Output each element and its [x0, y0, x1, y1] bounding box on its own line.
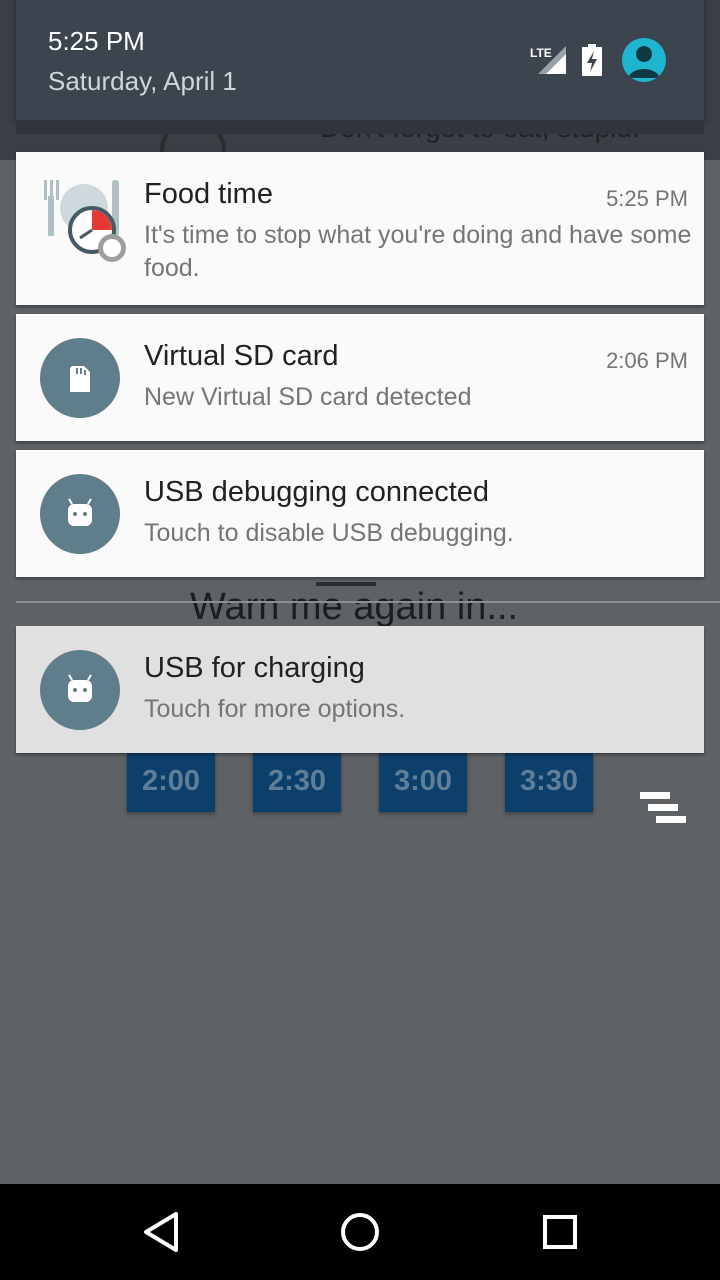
battery-charging-icon — [582, 44, 602, 76]
notification-divider — [16, 601, 720, 603]
user-avatar-icon[interactable] — [622, 38, 666, 82]
notification-shade-header[interactable]: 5:25 PM Saturday, April 1 LTE — [16, 0, 704, 120]
background-warn-text: Warn me again in... — [190, 586, 519, 628]
sd-card-icon — [40, 338, 120, 418]
time-button-1[interactable]: 2:00 — [127, 752, 215, 812]
notification-usb-charging[interactable]: USB for charging Touch for more options. — [16, 626, 704, 753]
notification-body: Touch to disable USB debugging. — [144, 519, 514, 547]
notification-food-time[interactable]: Food time 5:25 PM It's time to stop what… — [16, 152, 704, 305]
notification-time: 5:25 PM — [606, 186, 688, 211]
network-type-label: LTE — [530, 46, 552, 60]
android-usb-icon — [40, 650, 120, 730]
time-button-2[interactable]: 2:30 — [253, 752, 341, 812]
notification-time: 2:06 PM — [606, 348, 688, 373]
status-time: 5:25 PM — [48, 26, 145, 56]
clear-all-icon[interactable] — [636, 792, 688, 832]
status-date: Saturday, April 1 — [48, 66, 237, 96]
back-icon[interactable] — [130, 1204, 190, 1260]
time-button-3[interactable]: 3:00 — [379, 752, 467, 812]
food-time-icon — [44, 180, 126, 262]
notification-body: Touch for more options. — [144, 695, 406, 723]
notification-title: Food time — [144, 178, 273, 210]
notification-virtual-sd-card[interactable]: Virtual SD card 2:06 PM New Virtual SD c… — [16, 314, 704, 441]
notification-title: USB for charging — [144, 652, 365, 684]
notification-body: New Virtual SD card detected — [144, 383, 472, 411]
notification-title: Virtual SD card — [144, 340, 339, 372]
navigation-bar — [0, 1184, 720, 1280]
shade-header-strip — [16, 120, 704, 134]
recents-icon[interactable] — [530, 1204, 590, 1260]
home-icon[interactable] — [330, 1204, 390, 1260]
android-debug-icon — [40, 474, 120, 554]
notification-title: USB debugging connected — [144, 476, 490, 508]
notification-body: It's time to stop what you're doing and … — [144, 221, 692, 282]
time-button-4[interactable]: 3:30 — [505, 752, 593, 812]
notification-usb-debugging[interactable]: USB debugging connected Touch to disable… — [16, 450, 704, 577]
